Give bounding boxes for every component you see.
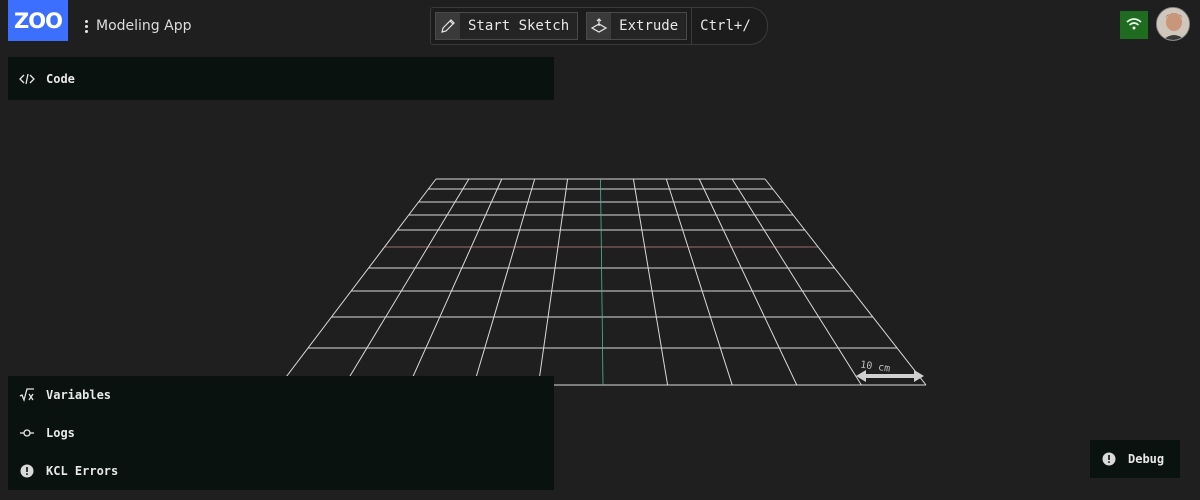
app-menu-button[interactable]: Modeling App (82, 12, 191, 40)
y-axis-line (600, 178, 604, 386)
logs-pane-label: Logs (46, 426, 75, 440)
scale-indicator: 10 cm (856, 360, 924, 382)
grid-line (698, 178, 798, 386)
logo-text: ZOO (14, 8, 63, 33)
ground-grid (279, 178, 927, 386)
zoo-logo[interactable]: ZOO (8, 0, 68, 41)
variables-pane-label: Variables (46, 388, 112, 402)
kcl-errors-pane-toggle[interactable]: KCL Errors (8, 452, 554, 490)
grid-line (279, 178, 437, 386)
app-name: Modeling App (96, 18, 192, 34)
kcl-errors-pane-label: KCL Errors (46, 464, 119, 478)
variables-pane-toggle[interactable]: Variables (8, 376, 554, 414)
grid-line (764, 178, 927, 386)
code-pane-label: Code (46, 71, 75, 86)
grid-line (632, 178, 669, 386)
grid-line (537, 178, 569, 386)
start-sketch-button[interactable]: Start Sketch (435, 12, 579, 40)
grid-line (731, 178, 862, 386)
pencil-sketch-icon (436, 13, 460, 39)
grid-line (665, 178, 733, 386)
code-brackets-icon (19, 71, 35, 87)
commit-node-icon (19, 425, 35, 441)
grid-line (344, 178, 470, 386)
extrude-label: Extrude (619, 18, 679, 34)
grid-line (473, 178, 536, 386)
code-pane-toggle[interactable]: Code (8, 57, 554, 100)
grid-line (408, 178, 503, 386)
start-sketch-label: Start Sketch (468, 18, 570, 34)
debug-button[interactable]: Debug (1090, 440, 1180, 478)
bottom-pane-sidebar: Variables Logs KCL Errors (8, 376, 554, 490)
sqrt-x-icon (19, 387, 35, 403)
wifi-icon (1126, 16, 1142, 35)
logs-pane-toggle[interactable]: Logs (8, 414, 554, 452)
exclamation-circle-icon (19, 463, 35, 479)
command-palette-shortcut[interactable]: Ctrl+/ (691, 8, 767, 44)
exclamation-circle-icon (1101, 451, 1117, 467)
command-shortcut-text: Ctrl+/ (700, 18, 751, 34)
debug-label: Debug (1128, 452, 1165, 466)
extrude-icon (587, 13, 612, 39)
toolbar-buttons: Start Sketch Extrude (431, 8, 691, 44)
kebab-menu-icon (82, 19, 90, 33)
user-avatar[interactable] (1156, 7, 1190, 41)
toolbar: Start Sketch Extrude Ctrl+/ (430, 7, 768, 45)
extrude-button[interactable]: Extrude (586, 12, 688, 40)
network-status-button[interactable] (1120, 11, 1148, 39)
